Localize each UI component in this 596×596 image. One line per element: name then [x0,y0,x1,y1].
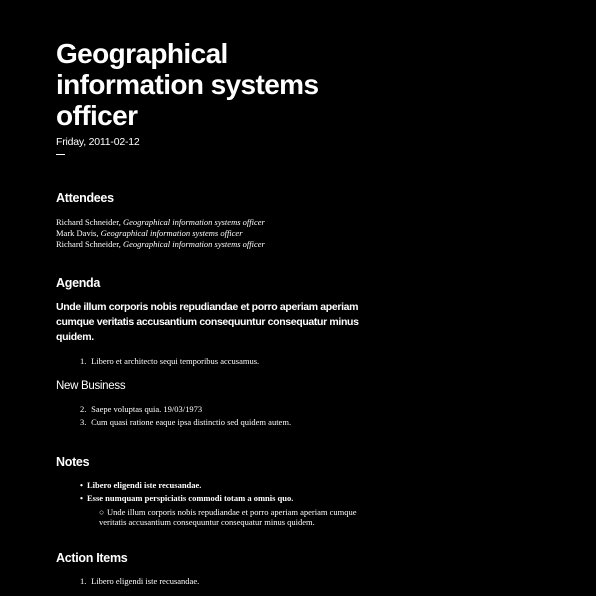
list-number: 1. [80,356,87,366]
agenda-heading: Agenda [56,276,101,290]
attendees-heading: Attendees [56,191,114,205]
list-text: Esse numquam perspiciatis commodi totam … [87,493,294,503]
action-items-list: 1. Libero eligendi iste recusandae. [56,575,576,588]
list-number: 1. [80,576,87,586]
list-text: Unde illum corporis nobis repudiandae et… [99,507,357,527]
list-number: 3. [80,417,87,427]
attendee-role: Geographical information systems officer [122,239,265,249]
action-items-heading: Action Items [56,551,128,565]
list-item: 3. Cum quasi ratione eaque ipsa distinct… [80,416,576,429]
list-item: 2. Saepe voluptas quia. 19/03/1973 [80,403,576,416]
list-text: Saepe voluptas quia. 19/03/1973 [91,404,203,414]
list-item: • Libero eligendi iste recusandae. [80,479,576,492]
new-business-heading: New Business [56,380,126,392]
bullet-icon: • [80,493,83,503]
attendee-name: Richard Schneider [56,217,119,227]
attendee-name: Richard Schneider [56,239,119,249]
attendee: Mark Davis, Geographical information sys… [56,228,243,238]
list-text: Cum quasi ratione eaque ipsa distinctio … [91,417,292,427]
attendee: Richard Schneider, Geographical informat… [56,217,265,227]
attendee: Richard Schneider, Geographical informat… [56,239,265,249]
attendees-list: Richard Schneider, Geographical informat… [56,217,576,250]
new-business-list: 2. Saepe voluptas quia. 19/03/1973 3. Cu… [56,403,576,429]
agenda-list: 1. Libero et architecto sequi temporibus… [56,355,576,368]
list-number: 2. [80,404,87,414]
list-item: 1. Libero et architecto sequi temporibus… [80,355,576,368]
list-item: • Esse numquam perspiciatis commodi totam… [80,492,576,527]
page-title: Geographical information systems officer [56,38,319,131]
list-text: Libero et architecto sequi temporibus ac… [91,356,260,366]
notes-heading: Notes [56,455,90,469]
attendee-role: Geographical information systems officer [122,217,265,227]
meeting-date: Friday, 2011-02-12 [56,136,140,148]
list-text: Libero eligendi iste recusandae. [91,576,200,586]
circle-bullet-icon: ○ [99,507,105,517]
sub-list-item: ○ Unde illum corporis nobis repudiandae e… [99,507,379,527]
notes-sublist: ○ Unde illum corporis nobis repudiandae e… [80,507,379,527]
title-divider [56,154,65,155]
bullet-icon: • [80,480,83,490]
attendee-name: Mark Davis [56,228,97,238]
agenda-lead: Unde illum corporis nobis repudiandae et… [56,301,359,343]
notes-list: • Libero eligendi iste recusandae. • Esse … [56,479,576,527]
list-item: 1. Libero eligendi iste recusandae. [80,575,576,588]
list-text: Libero eligendi iste recusandae. [87,480,202,490]
meeting-notes-document: Geographical information systems officer… [56,38,576,588]
attendee-role: Geographical information systems officer [100,228,243,238]
